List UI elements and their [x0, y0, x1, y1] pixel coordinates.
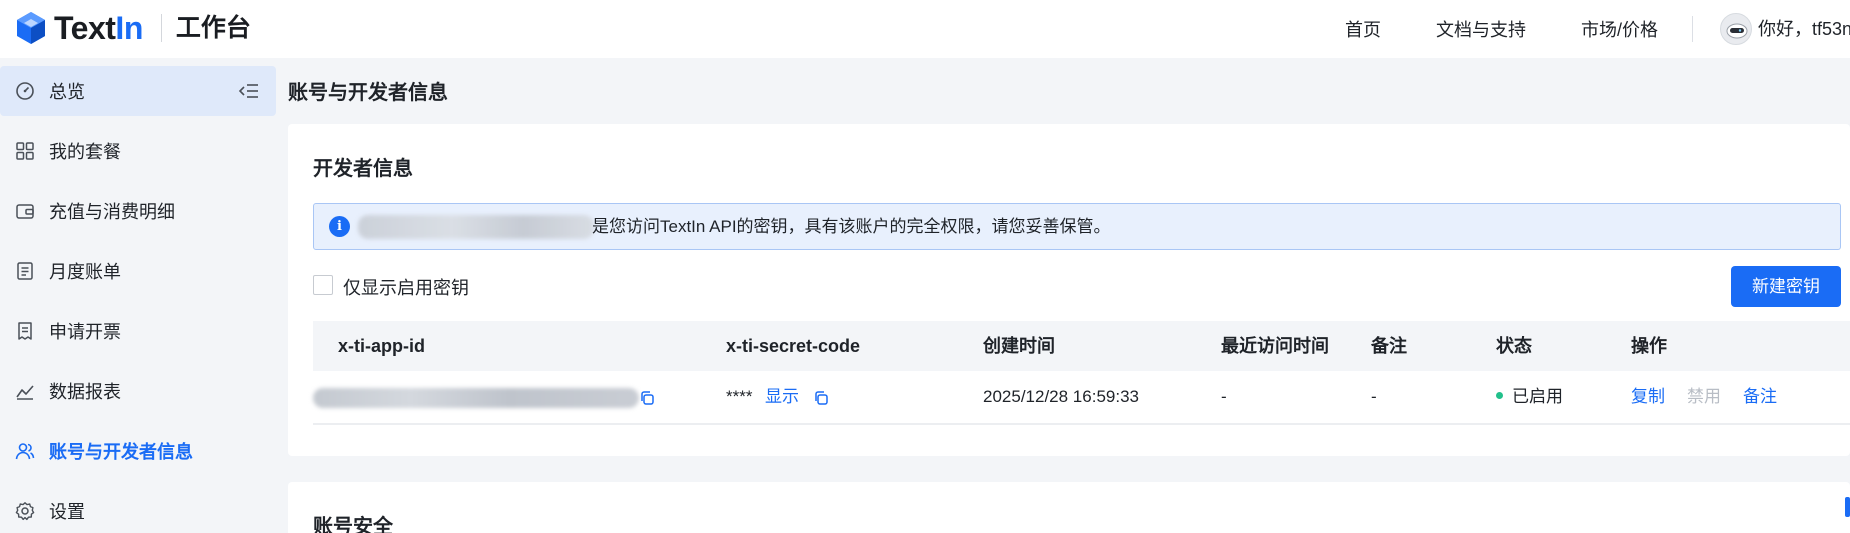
remark-action-link[interactable]: 备注 — [1743, 371, 1777, 423]
robot-avatar-icon — [1726, 23, 1748, 39]
sidebar-item-label: 账号与开发者信息 — [49, 442, 193, 462]
grid-icon — [14, 140, 36, 162]
created-time: 2025/12/28 16:59:33 — [983, 387, 1139, 406]
active-keys-only-label[interactable]: 仅显示启用密钥 — [343, 274, 469, 300]
active-keys-only-checkbox[interactable] — [313, 275, 333, 295]
column-header-secret-code: x-ti-secret-code — [726, 336, 861, 356]
status-dot-icon — [1496, 392, 1503, 400]
sidebar-item-label: 设置 — [49, 502, 85, 522]
logo-divider — [160, 14, 162, 42]
redacted-text — [358, 215, 594, 239]
sidebar-item-overview[interactable]: 总览 — [0, 66, 276, 116]
disable-action-link[interactable]: 禁用 — [1687, 371, 1721, 423]
column-header-status: 状态 — [1496, 336, 1532, 356]
top-header: TextIn 工作台 首页 文档与支持 市场/价格 你好，tf53nj — [0, 0, 1850, 58]
gear-icon — [14, 500, 36, 522]
sidebar-item-account-developer[interactable]: 账号与开发者信息 — [0, 426, 276, 476]
users-icon — [14, 440, 36, 462]
sidebar-item-data-report[interactable]: 数据报表 — [0, 366, 276, 416]
copy-secret-icon[interactable] — [813, 390, 829, 406]
new-key-button[interactable]: 新建密钥 — [1731, 266, 1841, 307]
page-title: 账号与开发者信息 — [288, 82, 448, 104]
logo[interactable]: TextIn 工作台 — [14, 11, 251, 45]
nav-home[interactable]: 首页 — [1345, 0, 1381, 58]
api-key-notice: i 是您访问TextIn API的密钥，具有该账户的完全权限，请您妥善保管。 — [313, 203, 1841, 250]
column-header-created: 创建时间 — [983, 336, 1055, 356]
avatar[interactable] — [1720, 13, 1752, 45]
copy-action-link[interactable]: 复制 — [1631, 371, 1665, 423]
redacted-app-id — [313, 388, 639, 408]
table-row: **** 显示 2025/12/28 16:59:33 - - 已启用 复制 禁… — [313, 371, 1850, 425]
dashboard-icon — [14, 80, 36, 102]
sidebar-item-recharge[interactable]: 充值与消费明细 — [0, 186, 276, 236]
column-header-app-id: x-ti-app-id — [338, 336, 425, 356]
textin-logo-icon — [17, 12, 45, 44]
sidebar-item-label: 数据报表 — [49, 382, 121, 402]
logo-text: TextIn — [54, 10, 143, 46]
sidebar-item-settings[interactable]: 设置 — [0, 486, 276, 533]
sidebar-item-label: 总览 — [49, 82, 85, 102]
column-header-actions: 操作 — [1631, 336, 1667, 356]
show-secret-link[interactable]: 显示 — [765, 371, 799, 423]
sidebar: 总览 我的套餐 充值与消费明细 月度账单 申请开票 数据报表 账号与开发者信息 … — [0, 58, 276, 533]
sidebar-item-label: 充值与消费明细 — [49, 202, 175, 222]
account-security-title: 账号安全 — [313, 516, 393, 533]
secret-masked: **** — [726, 387, 753, 406]
floating-widget-edge[interactable] — [1845, 497, 1850, 517]
sidebar-item-label: 月度账单 — [49, 262, 121, 282]
developer-info-title: 开发者信息 — [313, 158, 413, 180]
keys-table: x-ti-app-id x-ti-secret-code 创建时间 最近访问时间… — [313, 321, 1850, 425]
receipt-icon — [14, 320, 36, 342]
sidebar-item-label: 申请开票 — [49, 322, 121, 342]
status-badge: 已启用 — [1496, 371, 1563, 423]
bill-icon — [14, 260, 36, 282]
sidebar-item-label: 我的套餐 — [49, 142, 121, 162]
nav-docs[interactable]: 文档与支持 — [1436, 0, 1526, 58]
sidebar-item-my-plan[interactable]: 我的套餐 — [0, 126, 276, 176]
user-greeting[interactable]: 你好，tf53nj — [1758, 0, 1850, 58]
column-header-remark: 备注 — [1371, 336, 1407, 356]
column-header-last-access: 最近访问时间 — [1221, 336, 1329, 356]
info-icon: i — [329, 216, 350, 237]
sidebar-item-monthly-bill[interactable]: 月度账单 — [0, 246, 276, 296]
developer-info-card: 开发者信息 i 是您访问TextIn API的密钥，具有该账户的完全权限，请您妥… — [288, 124, 1850, 456]
table-header: x-ti-app-id x-ti-secret-code 创建时间 最近访问时间… — [313, 321, 1850, 371]
workspace-title: 工作台 — [175, 14, 251, 42]
copy-app-id-icon[interactable] — [639, 390, 655, 406]
api-key-notice-text: 是您访问TextIn API的密钥，具有该账户的完全权限，请您妥善保管。 — [592, 217, 1111, 236]
remark-value: - — [1371, 387, 1377, 406]
last-access-time: - — [1221, 387, 1227, 406]
collapse-menu-icon[interactable] — [238, 80, 260, 102]
account-security-card: 账号安全 — [288, 482, 1850, 533]
sidebar-item-invoice[interactable]: 申请开票 — [0, 306, 276, 356]
wallet-icon — [14, 200, 36, 222]
chart-icon — [14, 380, 36, 402]
nav-market-pricing[interactable]: 市场/价格 — [1581, 0, 1658, 58]
nav-divider — [1692, 16, 1693, 42]
